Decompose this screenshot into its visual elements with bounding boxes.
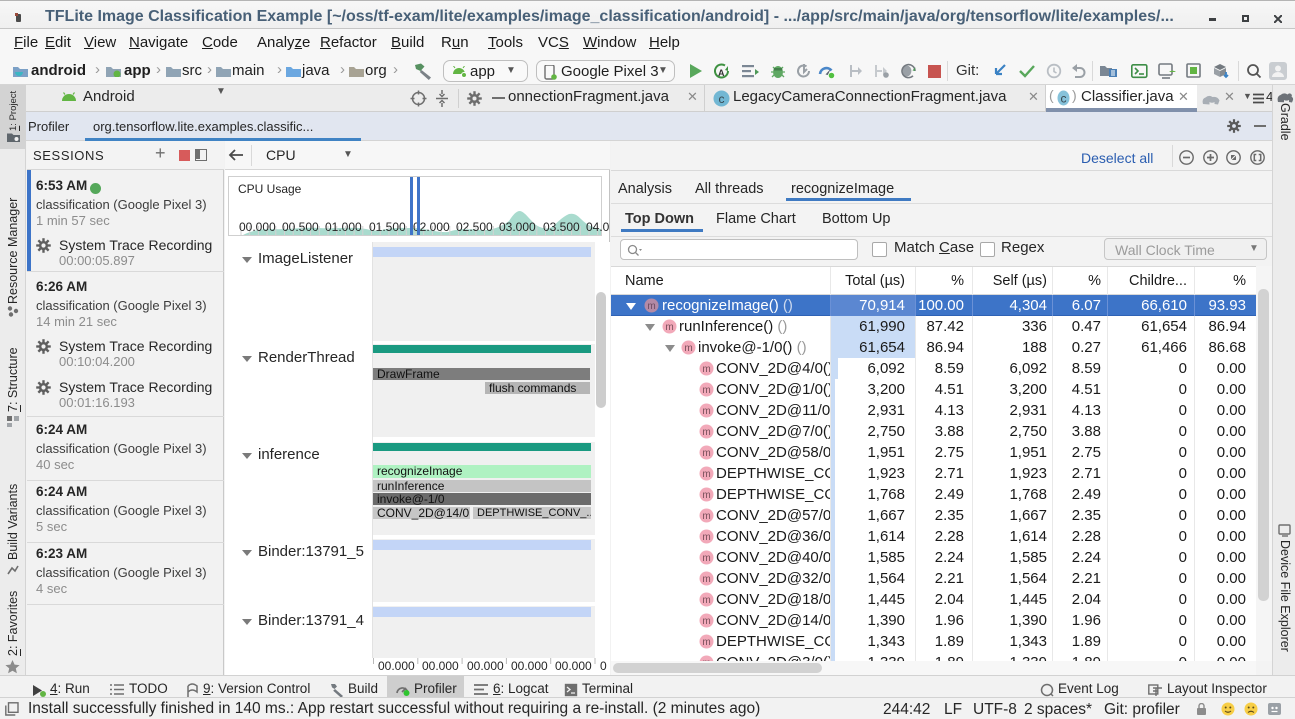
svg-text:m: m <box>702 532 710 543</box>
svg-text:c: c <box>1061 92 1067 106</box>
svg-text:m: m <box>702 448 710 459</box>
svg-text:m: m <box>702 490 710 501</box>
svg-text:m: m <box>702 553 710 564</box>
svg-text:m: m <box>702 364 710 375</box>
svg-text:m: m <box>665 322 673 333</box>
svg-text:m: m <box>647 301 655 312</box>
svg-text:A: A <box>718 68 725 78</box>
svg-text:m: m <box>702 385 710 396</box>
svg-text:m: m <box>702 616 710 627</box>
svg-text:m: m <box>702 406 710 417</box>
svg-text:m: m <box>684 343 692 354</box>
svg-text:m: m <box>702 427 710 438</box>
svg-text:m: m <box>702 595 710 606</box>
svg-text:c: c <box>719 92 725 106</box>
svg-text:m: m <box>702 469 710 480</box>
svg-text:m: m <box>702 511 710 522</box>
svg-text:m: m <box>702 637 710 648</box>
svg-text:m: m <box>702 574 710 585</box>
